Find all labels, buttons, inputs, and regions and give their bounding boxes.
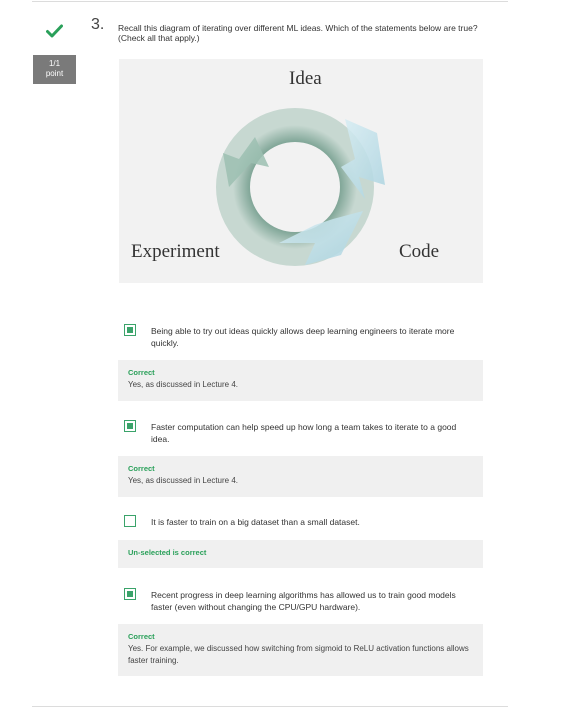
- score-value: 1/1: [48, 59, 61, 68]
- feedback-box-1: Correct Yes, as discussed in Lecture 4.: [118, 360, 483, 401]
- answer-option-1[interactable]: Being able to try out ideas quickly allo…: [124, 324, 484, 348]
- option-checkbox[interactable]: [124, 420, 136, 432]
- answer-option-2[interactable]: Faster computation can help speed up how…: [124, 420, 484, 444]
- bottom-divider: [32, 706, 508, 707]
- option-text: Faster computation can help speed up how…: [151, 422, 457, 444]
- option-text: It is faster to train on a big dataset t…: [151, 517, 360, 527]
- feedback-status: Correct: [128, 368, 155, 377]
- option-checkbox[interactable]: [124, 515, 136, 527]
- option-checkbox[interactable]: [124, 588, 136, 600]
- answer-option-3[interactable]: It is faster to train on a big dataset t…: [124, 515, 484, 529]
- score-unit: point: [45, 69, 64, 78]
- feedback-message: Yes, as discussed in Lecture 4.: [128, 476, 238, 485]
- top-divider: [32, 1, 508, 2]
- feedback-box-3: Un-selected is correct: [118, 540, 483, 568]
- question-number: 3.: [91, 16, 105, 33]
- iteration-cycle-diagram: Idea Experiment Code: [119, 59, 483, 283]
- label-code: Code: [399, 241, 440, 262]
- feedback-message: Yes, as discussed in Lecture 4.: [128, 380, 238, 389]
- feedback-message: Yes. For example, we discussed how switc…: [128, 644, 469, 665]
- question-prompt: Recall this diagram of iterating over di…: [118, 23, 478, 43]
- option-text: Recent progress in deep learning algorit…: [151, 590, 456, 612]
- feedback-status: Un-selected is correct: [128, 548, 207, 557]
- answer-option-4[interactable]: Recent progress in deep learning algorit…: [124, 588, 484, 612]
- score-badge: 1/1 point: [33, 55, 76, 84]
- feedback-status: Correct: [128, 632, 155, 641]
- feedback-box-4: Correct Yes. For example, we discussed h…: [118, 624, 483, 676]
- label-experiment: Experiment: [131, 241, 220, 262]
- option-checkbox[interactable]: [124, 324, 136, 336]
- label-idea: Idea: [289, 68, 322, 89]
- correct-check-icon: [46, 24, 63, 38]
- option-text: Being able to try out ideas quickly allo…: [151, 326, 455, 348]
- feedback-box-2: Correct Yes, as discussed in Lecture 4.: [118, 456, 483, 497]
- feedback-status: Correct: [128, 464, 155, 473]
